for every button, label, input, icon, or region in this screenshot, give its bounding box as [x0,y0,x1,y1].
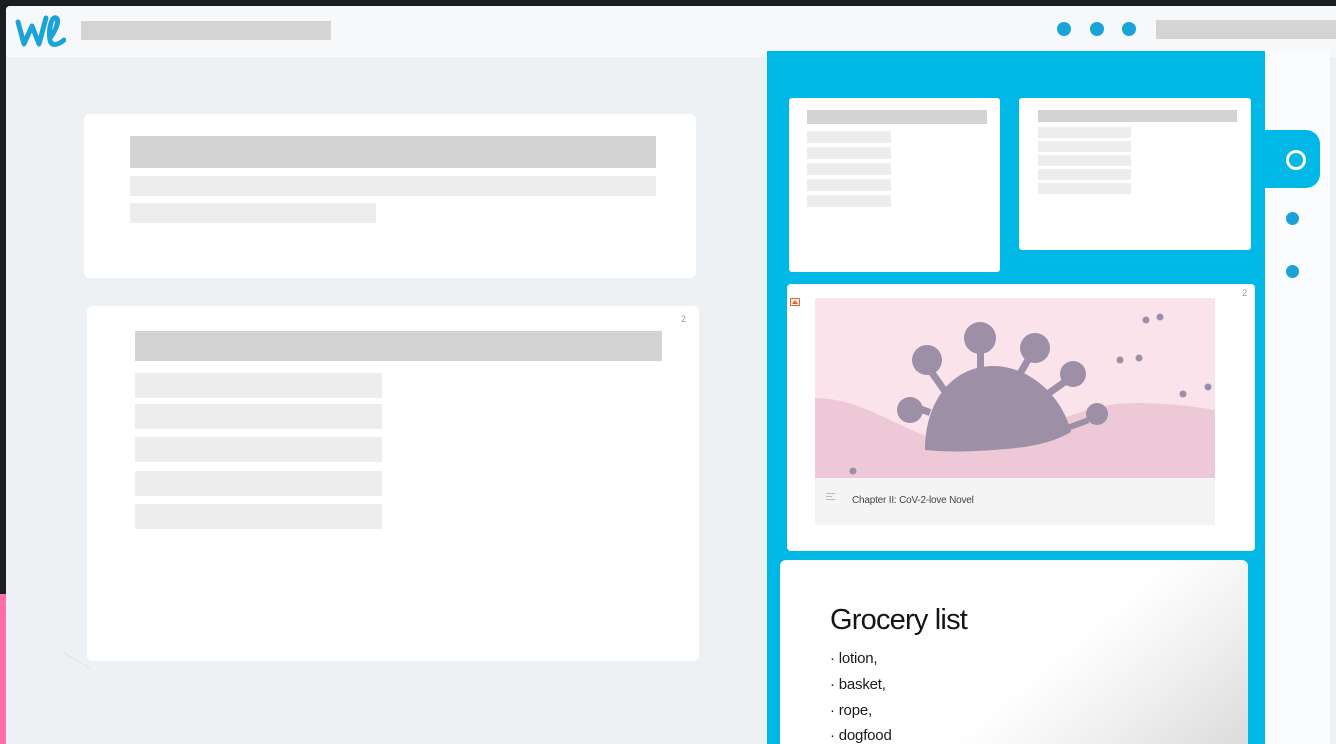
toolbar-dot-icon[interactable] [1090,22,1104,36]
thumbnail-card[interactable] [1019,98,1251,250]
list-placeholder [135,437,382,462]
list-placeholder [1038,127,1131,138]
nav-dot-icon[interactable] [1286,265,1299,278]
list-item: · lotion, [830,650,878,667]
list-placeholder [807,147,891,159]
page-number: 2 [681,314,687,324]
image-icon [790,298,800,306]
text-lines-icon [826,493,835,500]
heading-placeholder [135,331,662,361]
toolbar-dot-icon[interactable] [1122,22,1136,36]
list-placeholder [807,195,891,207]
list-placeholder [1038,155,1131,166]
list-item: · rope, [830,702,872,719]
heading-placeholder [130,136,656,168]
writing-app-logo-icon[interactable] [12,10,66,54]
list-placeholder [807,163,891,175]
list-placeholder [1038,183,1131,194]
thumbnail-card[interactable] [789,98,1000,272]
list-placeholder [807,131,891,143]
list-placeholder [135,404,382,429]
document-card[interactable] [84,114,696,278]
toolbar-dot-icon[interactable] [1057,22,1071,36]
note-title: Grocery list [830,604,968,636]
list-item: · basket, [830,676,886,693]
list-placeholder [135,504,382,529]
page-number: 2 [1242,288,1248,298]
document-title-placeholder [81,21,331,40]
list-placeholder [807,179,891,191]
list-placeholder [135,471,382,496]
text-placeholder [130,176,656,196]
list-placeholder [135,373,382,398]
account-placeholder [1156,20,1336,39]
virus-illustration [815,298,1215,478]
top-bar [6,6,1336,57]
image-caption: Chapter II: CoV-2-love Novel [852,495,974,506]
list-item: · dogfood [830,727,892,744]
heading-placeholder [807,110,987,124]
list-placeholder [1038,141,1131,152]
list-placeholder [1038,169,1131,180]
nav-dot-icon[interactable] [1286,212,1299,225]
circle-icon[interactable] [1286,150,1306,170]
document-card[interactable]: 2 [87,306,699,661]
text-placeholder [130,203,376,223]
heading-placeholder [1038,110,1237,122]
